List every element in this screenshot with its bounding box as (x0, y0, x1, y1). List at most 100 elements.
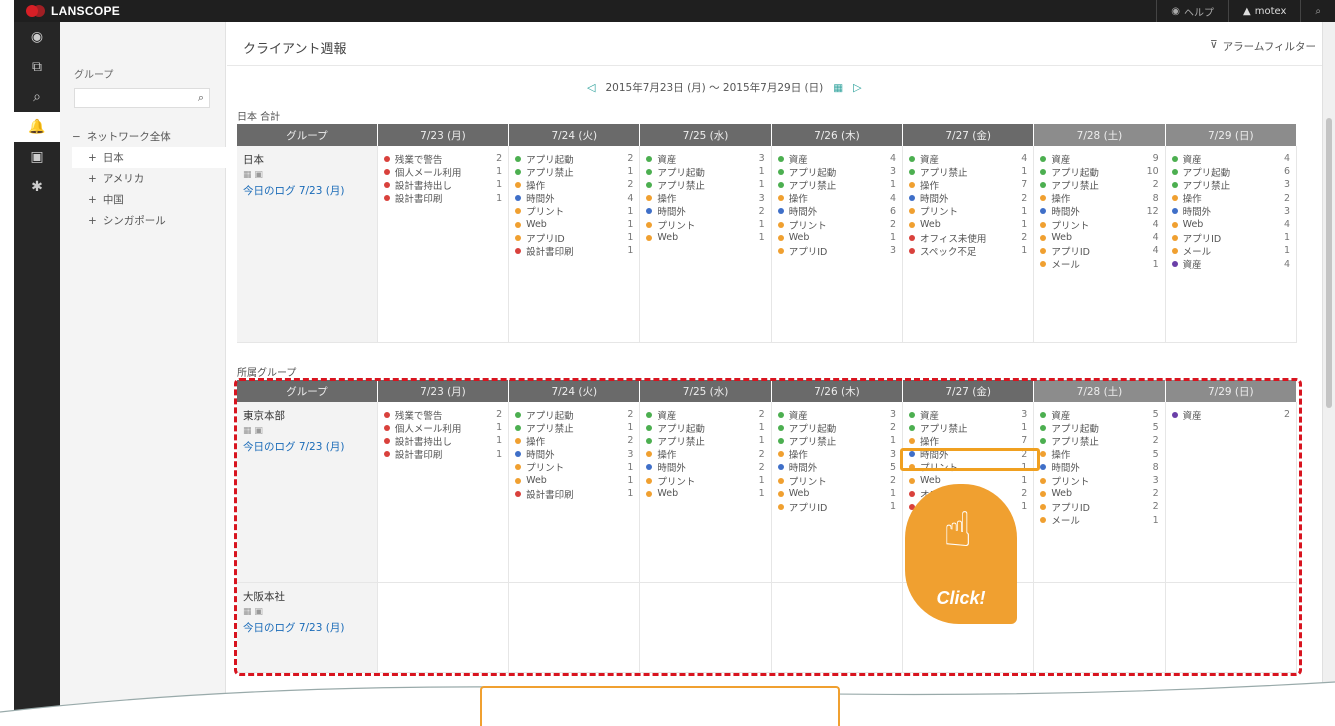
calendar-icon[interactable]: ▦ (833, 82, 843, 94)
event-item[interactable]: アプリID 3 (777, 244, 896, 258)
event-item[interactable]: 資産 3 (646, 152, 765, 166)
event-item[interactable]: Web 1 (909, 218, 1027, 231)
event-item[interactable]: 残業で警告 2 (383, 152, 502, 166)
event-item[interactable]: アプリID 1 (777, 500, 896, 514)
today-log-link[interactable]: 今日のログ 7/23 (月) (243, 439, 371, 454)
event-item[interactable]: 時間外 5 (777, 461, 896, 474)
event-item[interactable]: アプリ禁止 1 (515, 165, 633, 179)
event-item[interactable]: プリント 2 (777, 218, 896, 232)
today-log-link[interactable]: 今日のログ 7/23 (月) (243, 620, 371, 635)
event-item[interactable]: メール 1 (1040, 258, 1159, 271)
event-item[interactable]: アプリ禁止 3 (1171, 178, 1290, 192)
event-item[interactable]: アプリ起動 1 (646, 165, 765, 179)
event-item[interactable]: アプリ禁止 1 (777, 434, 896, 448)
event-item[interactable]: プリント 3 (1040, 474, 1159, 488)
nav-item-dashboard[interactable]: ◉ (14, 22, 60, 52)
event-item[interactable]: Web 1 (777, 231, 896, 244)
event-item[interactable]: 設計書印刷 1 (515, 244, 633, 258)
group-name[interactable]: 日本 (243, 152, 371, 167)
expand-icon[interactable]: + (88, 152, 97, 164)
nav-item-report[interactable]: ▣ (14, 142, 60, 172)
nav-item-bell[interactable]: 🔔 (14, 112, 60, 142)
event-item[interactable]: アプリ起動 10 (1040, 165, 1159, 179)
event-item[interactable]: Web 1 (777, 487, 896, 500)
nav-item-search[interactable]: ⌕ (14, 82, 60, 112)
collapse-icon[interactable]: − (72, 131, 81, 143)
tree-item[interactable]: + シンガポール (72, 210, 226, 231)
event-item[interactable]: 時間外 2 (646, 461, 765, 474)
event-item[interactable]: 操作 4 (777, 192, 896, 205)
nav-item-gear[interactable]: ✱ (14, 172, 60, 202)
event-item[interactable]: Web 4 (1040, 231, 1159, 244)
scrollbar-thumb[interactable] (1326, 118, 1332, 408)
event-item[interactable]: アプリ禁止 1 (777, 178, 896, 192)
event-item[interactable]: アプリ禁止 1 (515, 421, 633, 435)
event-item[interactable]: アプリ禁止 2 (1040, 178, 1159, 192)
event-item[interactable]: アプリ起動 2 (515, 152, 633, 166)
event-item[interactable]: アプリ禁止 2 (1040, 434, 1159, 448)
event-item[interactable]: アプリID 2 (1040, 500, 1159, 514)
event-item[interactable]: 操作 3 (777, 448, 896, 461)
event-item[interactable]: アプリ禁止 1 (646, 178, 765, 192)
event-item[interactable]: Web 1 (646, 231, 765, 244)
event-item[interactable]: アプリ禁止 1 (909, 165, 1027, 179)
event-item[interactable]: 資産 5 (1040, 408, 1159, 422)
event-item[interactable]: スペック不足 1 (909, 244, 1027, 258)
prev-week-button[interactable]: ◁ (587, 81, 595, 94)
event-item[interactable]: アプリ起動 6 (1171, 165, 1290, 179)
event-item[interactable]: 時間外 3 (1171, 205, 1290, 218)
nav-item-devices[interactable]: ⧉ (14, 52, 60, 82)
event-item[interactable]: 時間外 6 (777, 205, 896, 218)
tree-item[interactable]: + 中国 (72, 189, 226, 210)
event-item[interactable]: 資産 4 (777, 152, 896, 166)
event-item[interactable]: 資産 3 (909, 408, 1027, 422)
event-item[interactable]: 時間外 8 (1040, 461, 1159, 474)
group-name[interactable]: 大阪本社 (243, 589, 371, 604)
event-item[interactable]: 設計書印刷 1 (383, 192, 502, 205)
event-item[interactable]: オフィス未使用 2 (909, 231, 1027, 245)
event-item[interactable]: 資産 2 (1171, 408, 1290, 422)
event-item[interactable]: アプリ起動 3 (777, 165, 896, 179)
event-item[interactable]: 資産 2 (646, 408, 765, 422)
alarm-filter-button[interactable]: ⊽ アラームフィルター (1210, 39, 1316, 54)
event-item[interactable]: Web 1 (515, 474, 633, 487)
event-item[interactable]: プリント 1 (909, 461, 1027, 474)
event-item[interactable]: アプリID 1 (1171, 231, 1290, 245)
app-logo[interactable]: LANSCOPE (14, 4, 120, 18)
event-item[interactable]: プリント 2 (777, 474, 896, 488)
event-item[interactable]: アプリ起動 5 (1040, 421, 1159, 435)
tree-item[interactable]: + アメリカ (72, 168, 226, 189)
event-item[interactable]: 設計書印刷 1 (515, 487, 633, 501)
event-item[interactable]: 操作 5 (1040, 448, 1159, 461)
event-item[interactable]: 操作 8 (1040, 192, 1159, 205)
event-item[interactable]: 操作 2 (515, 178, 633, 192)
event-item[interactable]: 資産 4 (1171, 152, 1290, 166)
event-item[interactable]: 操作 2 (515, 434, 633, 448)
event-item[interactable]: プリント 1 (646, 218, 765, 232)
event-item[interactable]: アプリ起動 1 (646, 421, 765, 435)
event-item[interactable]: 個人メール利用 1 (383, 165, 502, 179)
event-item[interactable]: プリント 1 (646, 474, 765, 488)
group-name[interactable]: 東京本部 (243, 408, 371, 423)
event-item[interactable]: プリント 4 (1040, 218, 1159, 232)
tree-item[interactable]: − ネットワーク全体 (72, 126, 226, 147)
event-item[interactable]: 個人メール利用 1 (383, 421, 502, 435)
event-item[interactable]: 時間外 2 (646, 205, 765, 218)
vertical-scrollbar[interactable] (1322, 22, 1335, 720)
event-item[interactable]: 時間外 2 (909, 448, 1027, 461)
event-item[interactable]: Web 1 (515, 218, 633, 231)
event-item[interactable]: 資産 4 (909, 152, 1027, 166)
next-week-button[interactable]: ▷ (853, 81, 861, 94)
event-item[interactable]: アプリ起動 2 (515, 408, 633, 422)
event-item[interactable]: Web 2 (1040, 487, 1159, 500)
expand-icon[interactable]: + (88, 215, 97, 227)
expand-icon[interactable]: + (88, 173, 97, 185)
event-item[interactable]: 設計書持出し 1 (383, 434, 502, 448)
event-item[interactable]: アプリID 1 (515, 231, 633, 245)
help-link[interactable]: ◉ ヘルプ (1156, 0, 1228, 22)
event-item[interactable]: アプリ起動 2 (777, 421, 896, 435)
user-menu[interactable]: ▲ motex (1228, 0, 1300, 22)
event-item[interactable]: 残業で警告 2 (383, 408, 502, 422)
topbar-search-button[interactable]: ⌕ (1300, 0, 1335, 22)
event-item[interactable]: メール 1 (1040, 514, 1159, 527)
